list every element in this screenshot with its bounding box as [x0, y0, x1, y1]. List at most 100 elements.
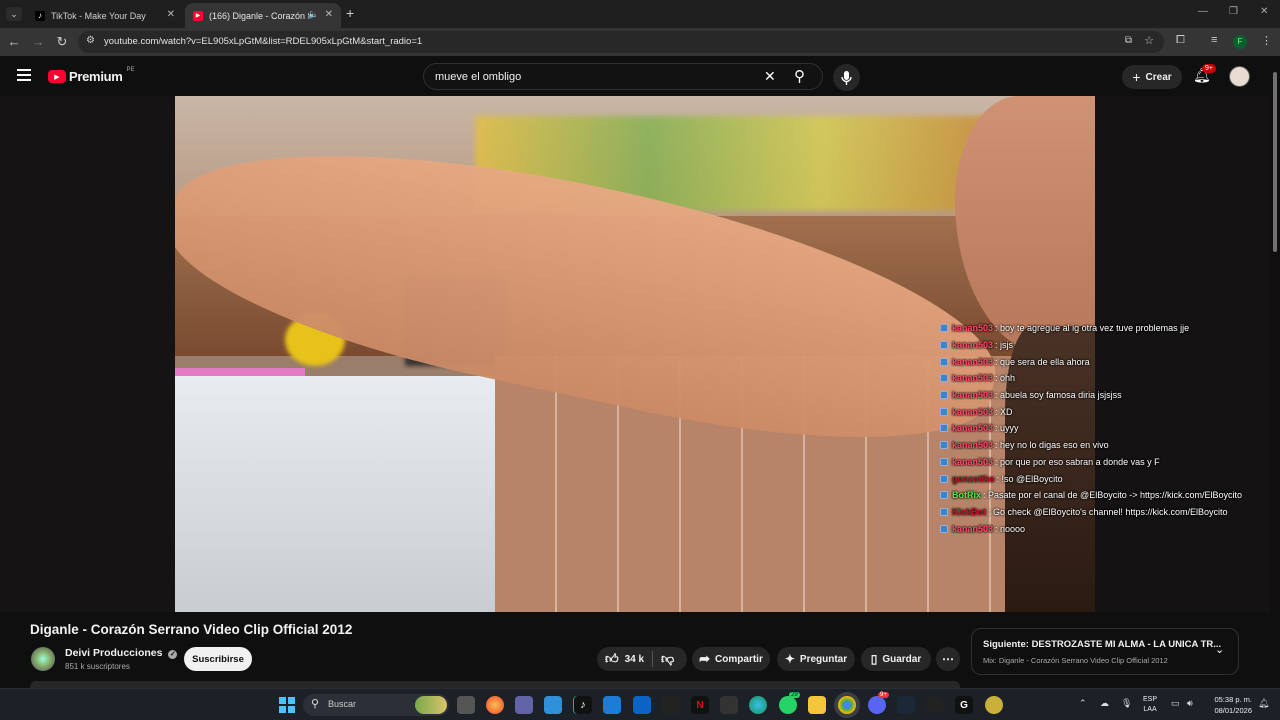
- bookmark-star-icon[interactable]: ☆: [1144, 34, 1154, 47]
- up-next-card[interactable]: Siguiente: DESTROZASTE MI ALMA - LA UNIC…: [971, 628, 1239, 675]
- like-count: 34 k: [624, 653, 645, 665]
- tab-youtube[interactable]: ▶ (166) Diganle - Corazón Se 🔈 ✕: [185, 3, 341, 28]
- microsoft-store-icon[interactable]: [544, 696, 562, 714]
- tiktok-icon: ♪: [35, 10, 45, 21]
- tiktok-app-icon[interactable]: ♪: [574, 696, 592, 714]
- forward-icon[interactable]: →: [30, 34, 46, 49]
- chrome-icon[interactable]: [838, 696, 856, 714]
- chat-message: kanan503: hey no lo digas eso en vivo: [940, 437, 1270, 454]
- teams-icon[interactable]: [515, 696, 533, 714]
- chat-text: : uyyy: [995, 423, 1019, 434]
- onedrive-icon[interactable]: [603, 696, 621, 714]
- file-explorer-icon[interactable]: [808, 696, 826, 714]
- youtube-header: ▶ Premium PE mueve el ombligo ✕ ⚲ + Crea…: [0, 56, 1280, 96]
- channel-avatar[interactable]: [31, 647, 55, 671]
- account-avatar[interactable]: [1229, 66, 1250, 87]
- channel-name[interactable]: Deivi Producciones ✓: [65, 647, 178, 659]
- more-actions-button[interactable]: ⋯: [936, 647, 960, 671]
- search-highlight-image: [415, 696, 447, 714]
- reload-icon[interactable]: ↻: [54, 34, 70, 50]
- save-button[interactable]: ▯ Guardar: [861, 647, 931, 671]
- clock[interactable]: 05:38 p. m. 08/01/2026: [1208, 694, 1252, 716]
- tray-expand-icon[interactable]: ⌃: [1079, 698, 1087, 709]
- chat-text: : !so @ElBoycito: [996, 473, 1063, 484]
- ask-button[interactable]: ✦ Preguntar: [777, 647, 855, 671]
- chat-message: kanan503: abuela soy famosa diria jsjsjs…: [940, 387, 1270, 404]
- share-button[interactable]: ➦ Compartir: [692, 647, 770, 671]
- search-icon[interactable]: ⚲: [794, 67, 805, 85]
- voice-search-icon[interactable]: [833, 64, 860, 91]
- close-tab-icon[interactable]: ✕: [325, 9, 333, 20]
- restore-icon[interactable]: ❐: [1229, 6, 1238, 17]
- tab-tiktok[interactable]: ♪ TikTok - Make Your Day ✕: [27, 3, 183, 28]
- search-icon: ⚲: [311, 698, 320, 710]
- new-tab-icon[interactable]: +: [346, 5, 354, 21]
- edge-icon[interactable]: [749, 696, 767, 714]
- dislike-button[interactable]: 👎︎: [653, 651, 674, 667]
- language-indicator[interactable]: ESP LAA: [1143, 695, 1157, 715]
- share-icon: ➦: [699, 651, 711, 666]
- address-bar[interactable]: ⚙ youtube.com/watch?v=EL905xLpGtM&list=R…: [78, 31, 1164, 53]
- like-button[interactable]: 👍︎ 34 k: [597, 651, 652, 667]
- tray-mic-icon[interactable]: 🎙︎: [1121, 698, 1132, 709]
- firefox-icon[interactable]: [486, 696, 504, 714]
- app-icon[interactable]: [985, 696, 1003, 714]
- discord-icon[interactable]: [868, 696, 886, 714]
- window-close-icon[interactable]: ✕: [1260, 6, 1268, 17]
- chat-username: kanan503: [952, 440, 994, 451]
- close-tab-icon[interactable]: ✕: [167, 9, 175, 20]
- whatsapp-badge: 29: [789, 692, 800, 698]
- chat-message: kanan503: boy te agregue al ig otra vez …: [940, 320, 1270, 337]
- network-icon[interactable]: ▭: [1171, 698, 1180, 709]
- up-next-title: DESTROZASTE MI ALMA - LA UNICA TR...: [1031, 639, 1222, 650]
- thumbs-up-icon: 👍︎: [605, 651, 619, 666]
- browser-menu-icon[interactable]: ⋮: [1261, 34, 1272, 47]
- obs-icon[interactable]: [926, 696, 944, 714]
- notification-center-icon[interactable]: 🔔︎: [1258, 698, 1269, 709]
- chat-text: : ohh: [995, 373, 1016, 384]
- taskbar-search-box[interactable]: ⚲ Buscar: [303, 694, 449, 716]
- tab-search-icon[interactable]: ⌄: [6, 7, 22, 21]
- g-hub-icon[interactable]: G: [955, 696, 973, 714]
- hamburger-menu-icon[interactable]: [17, 69, 31, 81]
- terminal-icon[interactable]: [662, 696, 680, 714]
- outlook-icon[interactable]: [633, 696, 651, 714]
- search-input[interactable]: mueve el ombligo ✕ ⚲: [423, 63, 823, 90]
- tab-label: TikTok - Make Your Day: [51, 10, 146, 21]
- steam-icon[interactable]: [897, 696, 915, 714]
- clear-search-icon[interactable]: ✕: [764, 68, 776, 85]
- chat-badge-icon: [940, 407, 948, 416]
- chat-username: KickBot: [952, 506, 987, 517]
- task-view-icon[interactable]: [457, 696, 475, 714]
- page-scrollbar[interactable]: [1271, 62, 1279, 688]
- youtube-logo[interactable]: ▶ Premium PE: [48, 66, 135, 84]
- minimize-icon[interactable]: —: [1198, 6, 1208, 17]
- site-info-icon[interactable]: ⚙: [86, 35, 95, 46]
- taskbar-search-label: Buscar: [328, 699, 357, 709]
- chat-username: BotRix: [952, 490, 981, 501]
- extensions-icon[interactable]: ⧠: [1176, 34, 1185, 47]
- chat-username: kanan503: [952, 323, 994, 334]
- cast-icon[interactable]: ⧉: [1125, 35, 1132, 46]
- language-code: ESP: [1143, 696, 1158, 703]
- windows-start-icon[interactable]: [278, 696, 296, 714]
- netflix-icon[interactable]: N: [691, 696, 709, 714]
- profile-avatar[interactable]: F: [1233, 35, 1247, 49]
- chat-text: : Pasate por el canal de @ElBoycito -> h…: [983, 490, 1243, 501]
- media-controls-icon[interactable]: ≡: [1211, 34, 1217, 46]
- tray-app-icon[interactable]: ☁: [1100, 698, 1109, 709]
- create-button[interactable]: + Crear: [1122, 65, 1182, 89]
- ask-label: Preguntar: [799, 653, 848, 665]
- subscribe-button[interactable]: Suscribirse: [184, 647, 252, 671]
- logo-region: PE: [126, 66, 135, 73]
- chevron-down-icon[interactable]: ⌄: [1215, 643, 1224, 656]
- whatsapp-icon[interactable]: [779, 696, 797, 714]
- epic-games-icon[interactable]: [720, 696, 738, 714]
- chat-message: kanan503: por que por eso sabran a donde…: [940, 454, 1270, 471]
- up-next-subtitle: Mix: Diganle - Corazón Serrano Video Cli…: [983, 656, 1168, 665]
- chat-username: kanan503: [952, 456, 994, 467]
- speaker-icon[interactable]: 🔈: [308, 9, 319, 20]
- like-dislike-group: 👍︎ 34 k 👎︎: [597, 647, 687, 671]
- back-icon[interactable]: ←: [6, 34, 22, 49]
- volume-icon[interactable]: 🔊︎: [1187, 698, 1193, 709]
